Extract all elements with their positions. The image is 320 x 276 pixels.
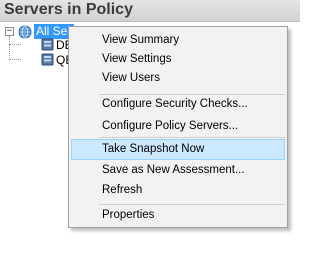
tree-connector <box>9 36 10 60</box>
menu-separator <box>99 137 285 138</box>
menu-item-label: Save as New Assessment... <box>102 164 245 176</box>
tree-connector <box>9 59 21 60</box>
menu-item-view-users[interactable]: View Users <box>71 68 285 89</box>
panel-header: Servers in Policy <box>0 0 300 22</box>
menu-item-configure-security-checks[interactable]: Configure Security Checks... <box>71 94 285 115</box>
menu-item-label: View Summary <box>102 34 180 46</box>
menu-item-label: View Settings <box>102 53 172 65</box>
server-icon <box>41 53 54 66</box>
globe-icon <box>18 25 32 39</box>
menu-item-view-summary[interactable]: View Summary <box>71 30 285 51</box>
menu-item-label: Configure Policy Servers... <box>102 120 239 132</box>
menu-item-label: Refresh <box>102 184 143 196</box>
menu-item-label: Configure Security Checks... <box>102 98 248 110</box>
menu-item-save-as-new-assessment[interactable]: Save as New Assessment... <box>71 160 285 181</box>
server-icon <box>41 38 54 51</box>
menu-item-configure-policy-servers[interactable]: Configure Policy Servers... <box>71 116 285 137</box>
menu-item-label: Take Snapshot Now <box>102 143 205 155</box>
menu-item-take-snapshot-now[interactable]: Take Snapshot Now <box>71 139 285 160</box>
menu-item-properties[interactable]: Properties <box>71 205 285 226</box>
tree-connector <box>9 44 21 45</box>
panel-title: Servers in Policy <box>4 1 133 18</box>
context-menu: View Summary View Settings View Users Co… <box>68 26 288 228</box>
menu-item-label: View Users <box>102 72 160 84</box>
menu-item-label: Properties <box>102 209 155 221</box>
menu-item-refresh[interactable]: Refresh <box>71 180 285 201</box>
menu-item-view-settings[interactable]: View Settings <box>71 49 285 70</box>
collapse-icon[interactable]: − <box>5 27 14 36</box>
